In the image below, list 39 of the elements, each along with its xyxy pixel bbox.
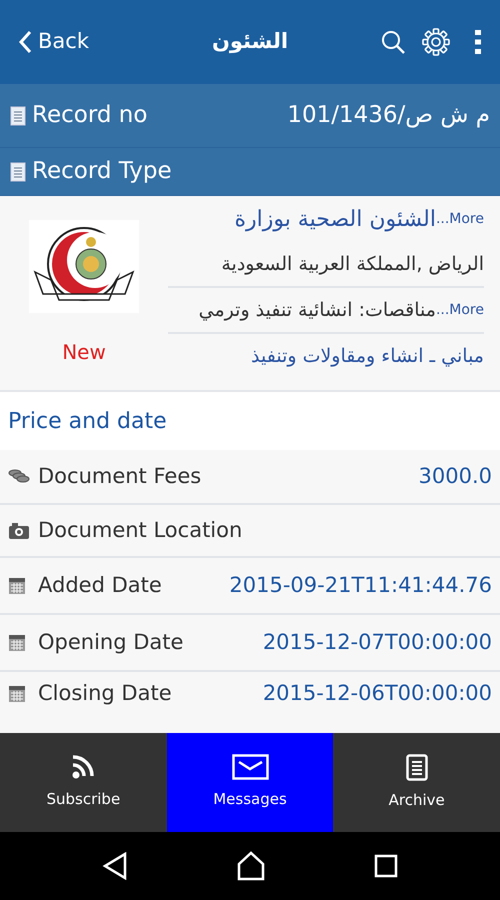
tab[interactable]: Messages — [166, 733, 334, 832]
more-link[interactable]: ...More — [436, 208, 484, 230]
field-value: 2015-12-07T00:00:00 — [262, 628, 492, 656]
description-text: مباني ـ انشاء ومقاولات وتنفيذ — [251, 344, 484, 369]
field-value: 2015-12-06T00:00:00 — [262, 680, 492, 707]
settings-button[interactable] — [422, 28, 450, 56]
envelope-icon — [232, 754, 268, 780]
record-label: Record no — [32, 101, 148, 130]
field-label: Added Date — [38, 572, 162, 599]
overflow-menu-button[interactable] — [474, 29, 482, 55]
search-icon — [380, 29, 406, 55]
document-icon — [10, 162, 26, 182]
document-icon — [406, 754, 428, 781]
back-button[interactable]: Back — [18, 26, 89, 58]
more-icon — [474, 29, 482, 55]
field-value: 2015-09-21T11:41:44.76 — [229, 572, 492, 599]
new-label: New — [62, 339, 106, 366]
home-icon[interactable] — [236, 851, 266, 881]
search-button[interactable] — [380, 29, 406, 55]
field-value: 3000.0 — [418, 462, 492, 490]
document-icon — [10, 106, 26, 126]
description-text: الشئون الصحية بوزارة — [234, 206, 436, 234]
screen-title: الشئون — [212, 28, 288, 56]
chevron-left-icon — [18, 30, 32, 54]
description-text: الرياض ,المملكة العربية السعودية — [221, 252, 484, 277]
camera-icon — [8, 520, 30, 540]
field-label: Document Location — [38, 516, 242, 544]
back-nav-icon[interactable] — [102, 852, 128, 880]
rss-icon — [70, 754, 96, 780]
more-link[interactable]: ...More — [436, 300, 484, 320]
record-label: Record Type — [32, 157, 172, 186]
field-label: Closing Date — [38, 680, 172, 707]
field-label: Document Fees — [38, 462, 202, 490]
description-text: مناقصات: انشائية تنفيذ وترمي — [198, 298, 436, 323]
record-value: م ش ص/101/1436 — [287, 101, 490, 130]
settings-icon — [422, 28, 450, 56]
recents-icon[interactable] — [374, 854, 398, 878]
field-label: Opening Date — [38, 628, 184, 656]
section-title: Price and date — [0, 392, 500, 450]
